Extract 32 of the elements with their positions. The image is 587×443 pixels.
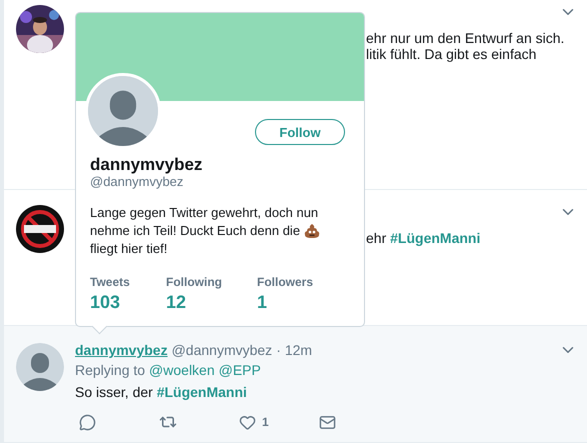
profile-handle: @dannymvybez xyxy=(90,175,184,189)
tweet-text: litik fühlt. Da gibt es einfach xyxy=(366,46,536,62)
heart-icon xyxy=(239,414,256,430)
hashtag-link[interactable]: #LügenManni xyxy=(156,384,247,400)
default-avatar-icon xyxy=(16,343,64,391)
profile-bio: fliegt hier tief! xyxy=(90,240,168,258)
profile-name: dannymvybez xyxy=(90,155,204,175)
tweet-text: ehr xyxy=(366,230,388,246)
author-name[interactable]: dannymvybez xyxy=(75,342,168,358)
replying-label: Replying to xyxy=(75,361,146,380)
mention-link[interactable]: @EPP xyxy=(218,360,261,380)
profile-bio: nehme ich Teil! Duckt Euch denn die xyxy=(90,222,300,240)
follow-button[interactable]: Follow xyxy=(255,119,345,145)
tweet-time: 12m xyxy=(284,342,312,358)
mention-link[interactable]: @woelken xyxy=(149,360,215,380)
stat-label: Following xyxy=(166,274,222,291)
stat-value[interactable]: 103 xyxy=(90,291,120,313)
reply-icon xyxy=(79,414,96,430)
like-button[interactable]: 1 xyxy=(235,414,315,430)
stat-value[interactable]: 12 xyxy=(166,291,186,313)
separator-dot: · xyxy=(276,342,281,358)
tweet-text: So isser, der xyxy=(75,384,154,400)
stat-label: Followers xyxy=(257,274,314,291)
poop-icon xyxy=(304,224,320,238)
profile-bio: Lange gegen Twitter gewehrt, doch nun xyxy=(90,204,318,222)
tweet-text: ehr nur um den Entwurf an sich. xyxy=(366,30,564,46)
hashtag-link[interactable]: #LügenManni xyxy=(390,230,480,246)
author-handle: @dannymvybez xyxy=(172,342,272,358)
stat-value[interactable]: 1 xyxy=(257,291,268,313)
default-avatar-icon xyxy=(88,76,158,146)
stat-label: Tweets xyxy=(90,274,130,291)
mail-icon xyxy=(319,414,336,430)
